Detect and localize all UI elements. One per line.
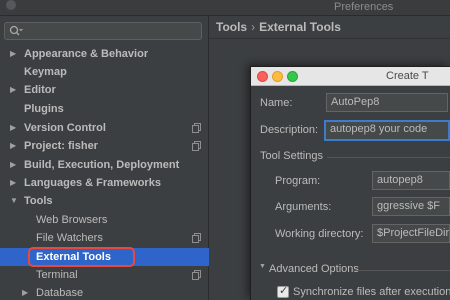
collapse-arrow-icon[interactable]: ▼ <box>259 263 266 270</box>
sidebar-item-project[interactable]: ▶ Project: fisher <box>0 137 209 155</box>
dialog-title: Create T <box>386 70 429 82</box>
project-settings-icon <box>192 123 201 133</box>
sidebar-item-label: Project: fisher <box>24 140 98 152</box>
working-directory-label: Working directory: <box>275 228 364 240</box>
breadcrumb-separator-icon: › <box>251 20 256 34</box>
sidebar-item-editor[interactable]: ▶ Editor <box>0 81 209 99</box>
working-directory-field[interactable]: $ProjectFileDir$ <box>372 224 450 243</box>
highlight-outline <box>28 247 135 267</box>
sidebar-item-label: Plugins <box>24 103 64 115</box>
expand-arrow-icon[interactable]: ▶ <box>22 284 28 300</box>
maximize-button[interactable] <box>287 71 298 82</box>
sync-files-checkbox[interactable]: ✓ <box>277 285 289 298</box>
advanced-options-title[interactable]: Advanced Options <box>269 263 359 275</box>
settings-search-input[interactable] <box>4 22 202 40</box>
expand-arrow-icon[interactable]: ▶ <box>10 137 16 155</box>
window-close-dot[interactable] <box>6 0 16 10</box>
breadcrumb: Tools › External Tools <box>216 20 341 34</box>
sync-files-label: Synchronize files after execution <box>293 286 450 298</box>
tool-settings-title: Tool Settings <box>260 150 323 162</box>
close-button[interactable] <box>257 71 268 82</box>
sidebar-item-web-browsers[interactable]: Web Browsers <box>0 211 209 229</box>
sidebar-item-label: Keymap <box>24 66 67 78</box>
sidebar-item-terminal[interactable]: Terminal <box>0 266 209 284</box>
window-title: Preferences <box>334 1 394 13</box>
window-titlebar: Preferences <box>0 0 450 16</box>
sidebar-item-label: Tools <box>24 195 53 207</box>
divider <box>210 38 450 39</box>
project-settings-icon <box>192 270 201 280</box>
program-field[interactable]: autopep8 <box>372 171 450 190</box>
minimize-button[interactable] <box>272 71 283 82</box>
arguments-field[interactable]: ggressive $F <box>372 197 450 216</box>
sidebar-item-version-control[interactable]: ▶ Version Control <box>0 119 209 137</box>
expand-arrow-icon[interactable]: ▶ <box>10 45 16 63</box>
collapse-arrow-icon[interactable]: ▼ <box>10 192 18 210</box>
checkmark-icon: ✓ <box>279 285 289 297</box>
arguments-label: Arguments: <box>275 201 332 213</box>
search-icon <box>9 25 23 36</box>
sidebar-item-label: Database <box>36 287 84 299</box>
name-field[interactable]: AutoPep8 <box>326 93 448 112</box>
section-divider <box>353 270 450 271</box>
create-tool-dialog: Create T Name: AutoPep8 Description: aut… <box>250 66 450 300</box>
project-settings-icon <box>192 233 201 243</box>
dialog-titlebar: Create T <box>251 67 450 86</box>
sidebar-item-database[interactable]: ▶ Database <box>0 284 209 300</box>
expand-arrow-icon[interactable]: ▶ <box>10 81 16 99</box>
expand-arrow-icon[interactable]: ▶ <box>10 174 16 192</box>
sidebar-item-label: Build, Execution, Deployment <box>24 159 180 171</box>
sidebar-item-label: Web Browsers <box>36 214 108 226</box>
section-divider <box>327 157 450 158</box>
project-settings-icon <box>192 141 201 151</box>
program-label: Program: <box>275 175 321 187</box>
sidebar-item-tools[interactable]: ▼ Tools <box>0 192 209 210</box>
sidebar-item-label: Version Control <box>24 122 106 134</box>
sidebar-item-appearance[interactable]: ▶ Appearance & Behavior <box>0 45 209 63</box>
name-label: Name: <box>260 97 293 109</box>
sidebar-item-label: Terminal <box>36 269 78 281</box>
breadcrumb-parent[interactable]: Tools <box>216 20 247 34</box>
sidebar-item-label: Appearance & Behavior <box>24 48 149 60</box>
sidebar-item-label: Editor <box>24 84 56 96</box>
sidebar-item-label: Languages & Frameworks <box>24 177 161 189</box>
expand-arrow-icon[interactable]: ▶ <box>10 119 16 137</box>
sidebar-item-keymap[interactable]: Keymap <box>0 63 209 81</box>
description-label: Description: <box>260 124 319 136</box>
sidebar-item-plugins[interactable]: Plugins <box>0 100 209 118</box>
breadcrumb-current: External Tools <box>259 20 341 34</box>
expand-arrow-icon[interactable]: ▶ <box>10 156 16 174</box>
sidebar-item-build[interactable]: ▶ Build, Execution, Deployment <box>0 156 209 174</box>
sidebar-item-languages[interactable]: ▶ Languages & Frameworks <box>0 174 209 192</box>
sidebar-item-file-watchers[interactable]: File Watchers <box>0 229 209 247</box>
sidebar-item-label: File Watchers <box>36 232 103 244</box>
description-field[interactable]: autopep8 your code <box>324 120 450 141</box>
